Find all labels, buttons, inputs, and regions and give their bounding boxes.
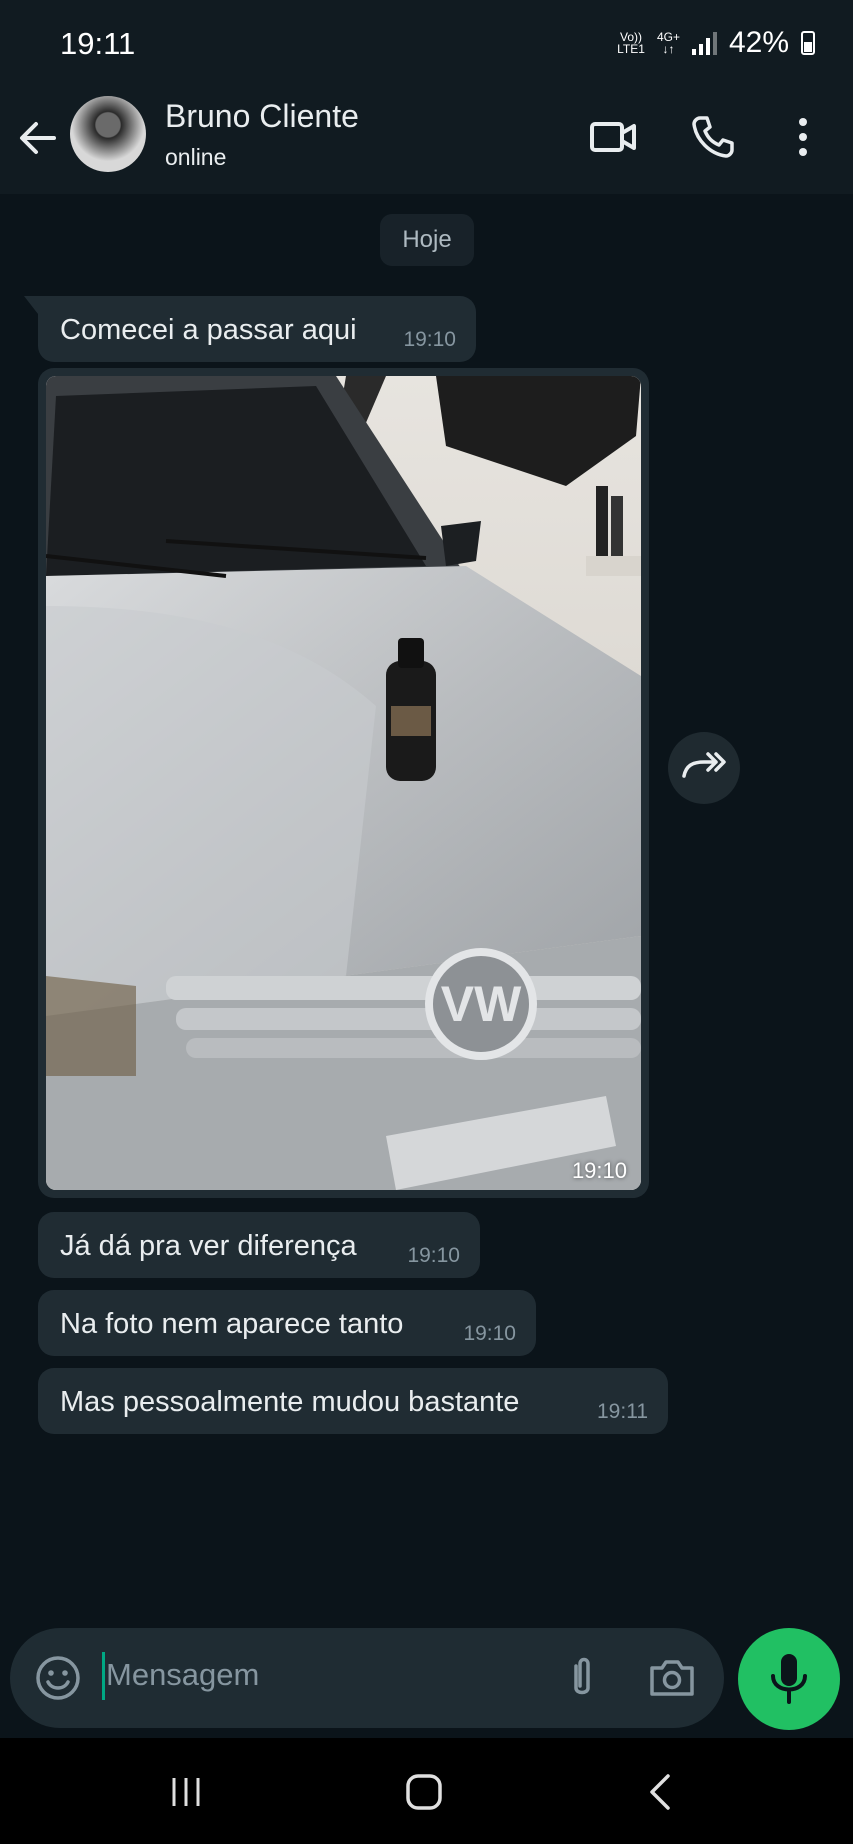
message-text: Mas pessoalmente mudou bastante — [60, 1386, 520, 1418]
car-photo-illustration: VW — [46, 376, 641, 1190]
mic-icon — [771, 1654, 807, 1704]
more-vert-icon[interactable] — [778, 112, 828, 162]
message-time: 19:10 — [403, 328, 456, 351]
message-time: 19:10 — [571, 1158, 627, 1183]
message-text: Comecei a passar aqui — [60, 314, 357, 346]
text-cursor — [102, 1652, 105, 1700]
message-input[interactable]: Mensagem — [10, 1628, 724, 1728]
volte-indicator: Vo)) LTE1 — [617, 30, 645, 56]
message-bubble[interactable]: Mas pessoalmente mudou bastante 19:11 — [38, 1368, 668, 1434]
message-bubble[interactable]: Na foto nem aparece tanto 19:10 — [38, 1290, 536, 1356]
composer: Mensagem — [0, 1626, 853, 1738]
avatar[interactable] — [70, 96, 146, 172]
video-call-icon[interactable] — [588, 112, 638, 162]
chat-header: Bruno Cliente online — [0, 84, 853, 194]
message-time: 19:11 — [597, 1400, 648, 1423]
back-nav-icon[interactable] — [640, 1770, 684, 1814]
contact-name[interactable]: Bruno Cliente — [165, 98, 359, 135]
contact-status: online — [165, 144, 227, 170]
date-chip: Hoje — [380, 214, 474, 266]
chat-area[interactable]: Hoje Comecei a passar aqui 19:10 VW 19:1… — [0, 194, 853, 1626]
emoji-icon[interactable] — [32, 1652, 84, 1704]
signal-icon — [691, 31, 717, 55]
message-text: Já dá pra ver diferença — [60, 1230, 357, 1262]
forward-button[interactable] — [668, 732, 740, 804]
battery-icon — [801, 31, 815, 55]
status-time: 19:11 — [60, 26, 136, 61]
home-icon[interactable] — [402, 1770, 446, 1814]
recent-apps-icon[interactable] — [164, 1770, 208, 1814]
attach-icon[interactable] — [556, 1652, 608, 1704]
message-time: 19:10 — [407, 1244, 460, 1267]
status-bar: 19:11 Vo)) LTE1 4G+ ↓↑ 42% — [0, 0, 853, 84]
message-bubble[interactable]: Comecei a passar aqui 19:10 — [24, 296, 476, 362]
message-bubble[interactable]: Já dá pra ver diferença 19:10 — [38, 1212, 480, 1278]
phone-icon[interactable] — [688, 112, 738, 162]
message-placeholder: Mensagem — [106, 1657, 260, 1692]
system-nav-bar — [0, 1738, 853, 1844]
message-time: 19:10 — [463, 1322, 516, 1345]
back-arrow-icon[interactable] — [18, 116, 58, 160]
status-indicators: Vo)) LTE1 4G+ ↓↑ 42% — [617, 26, 815, 60]
camera-icon[interactable] — [646, 1652, 698, 1704]
car-photo[interactable]: VW — [46, 376, 641, 1190]
svg-text:VW: VW — [441, 976, 522, 1032]
battery-percent: 42% — [728, 26, 789, 59]
mic-button[interactable] — [738, 1628, 840, 1730]
forward-icon — [682, 752, 726, 778]
message-text: Na foto nem aparece tanto — [60, 1308, 404, 1340]
network-indicator: 4G+ ↓↑ — [656, 30, 680, 56]
image-message[interactable]: VW 19:10 — [38, 368, 649, 1198]
